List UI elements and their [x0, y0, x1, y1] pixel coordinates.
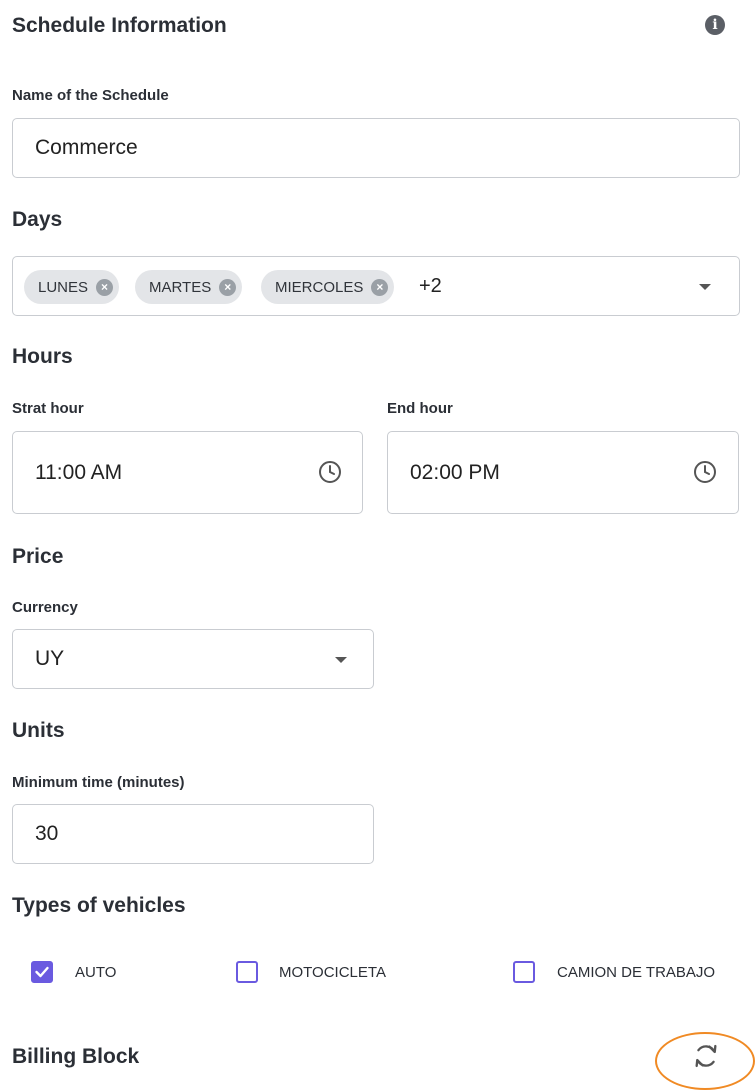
minimum-time-value: 30 [35, 822, 59, 845]
end-hour-label: End hour [387, 400, 453, 417]
section-title-schedule-information: Schedule Information [12, 14, 227, 37]
end-hour-input[interactable]: 02:00 PM [387, 431, 739, 514]
currency-value: UY [35, 647, 65, 670]
day-chip-label: LUNES [38, 278, 89, 296]
currency-select[interactable]: UY [12, 629, 374, 689]
start-hour-value: 11:00 AM [35, 460, 123, 484]
section-title-billing-block: Billing Block [12, 1045, 140, 1068]
checkmark-icon [35, 966, 49, 978]
section-title-days: Days [12, 208, 63, 231]
day-chip-label: MIERCOLES [275, 278, 364, 296]
section-title-units: Units [12, 719, 65, 742]
chevron-down-icon[interactable] [335, 657, 347, 663]
schedule-name-label: Name of the Schedule [12, 87, 169, 104]
chip-remove-icon[interactable]: × [219, 278, 237, 296]
vehicle-label-motocicleta: MOTOCICLETA [279, 964, 386, 981]
chip-remove-icon[interactable]: × [96, 278, 114, 296]
day-chip[interactable]: MIERCOLES × [261, 270, 395, 304]
day-chip-label: MARTES [149, 278, 212, 296]
days-more-count: +2 [419, 275, 442, 297]
clock-icon[interactable] [693, 460, 717, 484]
vehicle-label-auto: AUTO [75, 964, 117, 981]
vehicle-checkbox-motocicleta[interactable] [236, 961, 258, 983]
days-multiselect[interactable]: LUNES × MARTES × MIERCOLES × +2 [12, 256, 740, 316]
currency-label: Currency [12, 599, 78, 616]
info-icon[interactable]: i [705, 15, 725, 35]
chip-remove-icon[interactable]: × [371, 278, 389, 296]
minimum-time-input[interactable]: 30 [12, 804, 374, 864]
chevron-down-icon[interactable] [699, 284, 711, 290]
vehicle-checkbox-camion-de-trabajo[interactable] [513, 961, 535, 983]
clock-icon[interactable] [318, 460, 342, 484]
section-title-vehicle-types: Types of vehicles [12, 894, 186, 917]
schedule-name-input[interactable]: Commerce [12, 118, 740, 178]
refresh-icon[interactable] [692, 1042, 720, 1070]
start-hour-label: Strat hour [12, 400, 84, 417]
day-chip[interactable]: MARTES × [135, 270, 243, 304]
vehicle-label-camion-de-trabajo: CAMION DE TRABAJO [557, 964, 716, 981]
section-title-price: Price [12, 545, 64, 568]
vehicle-checkbox-auto[interactable] [31, 961, 53, 983]
day-chip[interactable]: LUNES × [24, 270, 120, 304]
schedule-name-value: Commerce [35, 136, 138, 159]
start-hour-input[interactable]: 11:00 AM [12, 431, 363, 514]
minimum-time-label: Minimum time (minutes) [12, 774, 185, 791]
end-hour-value: 02:00 PM [410, 460, 500, 484]
section-title-hours: Hours [12, 345, 73, 368]
